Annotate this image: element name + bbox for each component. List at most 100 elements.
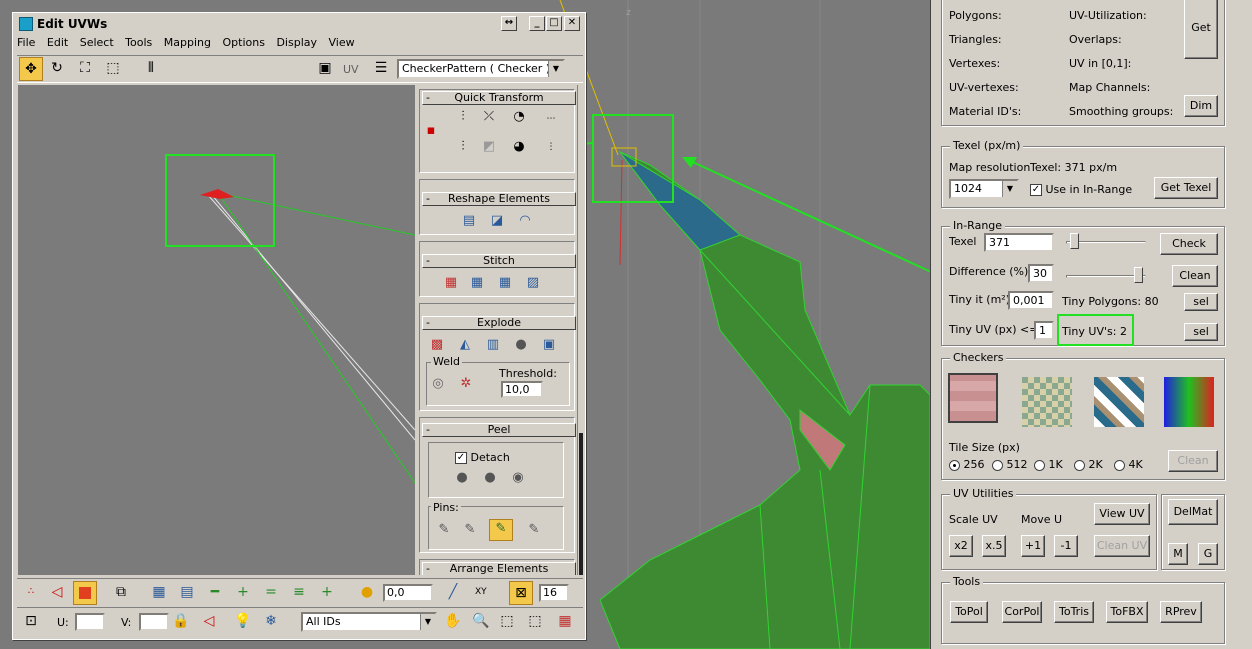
move-plus1-button[interactable]: +1 xyxy=(1021,535,1045,557)
get-button[interactable]: Get xyxy=(1184,0,1218,59)
menu-select[interactable]: Select xyxy=(80,35,114,51)
get-texel-button[interactable]: Get Texel xyxy=(1154,177,1218,199)
clean-inrange-button[interactable]: Clean xyxy=(1172,265,1218,287)
shrink-select-icon[interactable]: ▤ xyxy=(175,581,199,605)
sel-polygons-button[interactable]: sel xyxy=(1184,293,1218,311)
stitch-average-icon[interactable]: ▦ xyxy=(468,274,486,292)
flatten-by-material-icon[interactable]: ▣ xyxy=(540,336,558,354)
grid-toggle-icon[interactable]: ▦ xyxy=(553,610,577,634)
close-button[interactable]: ✕ xyxy=(564,16,580,31)
element-mode-icon[interactable]: ⧉ xyxy=(109,581,133,605)
stitch-to-target-icon[interactable]: ▦ xyxy=(442,274,460,292)
stitch-header[interactable]: - Stitch xyxy=(422,254,576,268)
topol-button[interactable]: ToPol xyxy=(950,601,988,623)
mirror-tool-icon[interactable]: ⫴ xyxy=(139,57,163,81)
loop-shrink-icon[interactable]: = xyxy=(259,581,283,605)
texture-list-icon[interactable]: ☰ xyxy=(369,57,393,81)
difference-slider[interactable] xyxy=(1066,267,1146,287)
view-uv-button[interactable]: View UV xyxy=(1094,503,1150,525)
align-horizontal-icon[interactable]: ⤫ xyxy=(480,108,498,126)
face-mode-icon[interactable] xyxy=(73,581,97,605)
ids-dropdown[interactable]: All IDs ▼ xyxy=(301,612,437,632)
quick-peel-icon[interactable]: ● xyxy=(453,469,471,487)
rotate-90-icon[interactable]: ◔ xyxy=(510,108,528,126)
freeze-icon[interactable]: ❄ xyxy=(259,610,283,634)
space-horizontal-icon[interactable]: ⋯ xyxy=(542,110,560,128)
break-icon[interactable]: ▩ xyxy=(428,336,446,354)
dim-button[interactable]: Dim xyxy=(1184,95,1218,117)
menu-file[interactable]: File xyxy=(17,35,35,51)
v-input[interactable] xyxy=(139,613,169,631)
menu-mapping[interactable]: Mapping xyxy=(164,35,211,51)
ring-icon[interactable]: ≡ xyxy=(287,581,311,605)
absolute-mode-icon[interactable]: ⊡ xyxy=(19,610,43,634)
straighten-icon[interactable]: ▤ xyxy=(460,212,478,230)
align-bottom-icon[interactable]: ◩ xyxy=(480,138,498,156)
auto-pin-icon[interactable]: ✎ xyxy=(489,519,513,541)
g-button[interactable]: G xyxy=(1198,543,1218,565)
lock-icon[interactable]: 🔒 xyxy=(169,610,193,634)
resize-button[interactable]: ↔ xyxy=(501,16,517,31)
stitch-custom-icon[interactable]: ▨ xyxy=(524,274,542,292)
xy-label[interactable]: XY xyxy=(475,587,487,597)
maximize-button[interactable]: □ xyxy=(546,16,562,31)
weld-selected-icon[interactable]: ✲ xyxy=(457,375,475,393)
minimize-button[interactable]: _ xyxy=(529,16,545,31)
resolution-dropdown[interactable]: 1024 ▼ xyxy=(949,179,1019,199)
vertex-mode-icon[interactable]: ∴ xyxy=(19,581,43,605)
falloff-input[interactable]: 0,0 xyxy=(383,584,433,602)
scale-x05-button[interactable]: x.5 xyxy=(982,535,1006,557)
arrange-header[interactable]: - Arrange Elements xyxy=(422,562,576,575)
weld-target-icon[interactable]: ◎ xyxy=(429,375,447,393)
zoom-region-icon[interactable]: ⬚ xyxy=(495,610,519,634)
align-top-icon[interactable]: ⫶ xyxy=(454,138,472,156)
pan-icon[interactable]: ✋ xyxy=(441,610,465,634)
size-4k-radio[interactable]: 4K xyxy=(1114,458,1143,471)
edge-mode-icon[interactable]: ◁ xyxy=(45,581,69,605)
rotate-minus-90-icon[interactable]: ◕ xyxy=(510,138,528,156)
rprev-button[interactable]: RPrev xyxy=(1160,601,1202,623)
use-in-range-checkbox[interactable]: ✓ xyxy=(1030,184,1042,196)
soft-select-icon[interactable]: ● xyxy=(355,581,379,605)
m-button[interactable]: M xyxy=(1168,543,1188,565)
bulb-icon[interactable]: 💡 xyxy=(231,610,255,634)
rollout-scrollbar[interactable] xyxy=(577,85,583,575)
stitch-to-source-icon[interactable]: ▦ xyxy=(496,274,514,292)
pivot-icon[interactable]: ▪ xyxy=(422,122,440,140)
delmat-button[interactable]: DelMat xyxy=(1168,499,1218,525)
detach-checkbox[interactable]: ✓ xyxy=(455,452,467,464)
checker-arrows-swatch[interactable] xyxy=(948,373,998,423)
explode-header[interactable]: - Explode xyxy=(422,316,576,330)
tiny-uv-input[interactable]: 1 xyxy=(1034,321,1054,340)
uv-editor-canvas[interactable] xyxy=(18,85,416,575)
texture-dropdown[interactable]: CheckerPattern ( Checker ) ▼ xyxy=(397,59,565,79)
texel-input[interactable]: 371 xyxy=(984,233,1054,252)
scale-tool-icon[interactable]: ⛶ xyxy=(73,57,97,81)
clean-checkers-button[interactable]: Clean xyxy=(1168,450,1218,472)
texel-slider-knob[interactable] xyxy=(1070,233,1079,249)
sel-uvs-button[interactable]: sel xyxy=(1184,323,1218,341)
checker-numbers-swatch[interactable] xyxy=(1022,377,1072,427)
flatten-icon[interactable]: ▥ xyxy=(484,336,502,354)
difference-slider-knob[interactable] xyxy=(1134,267,1143,283)
size-512-radio[interactable]: 512 xyxy=(992,458,1028,471)
freeform-tool-icon[interactable]: ⬚ xyxy=(101,57,125,81)
tiny-it-input[interactable]: 0,001 xyxy=(1008,291,1054,310)
scale-x2-button[interactable]: x2 xyxy=(949,535,973,557)
grid-size-input[interactable]: 16 xyxy=(539,584,569,602)
quick-transform-header[interactable]: - Quick Transform xyxy=(422,91,576,105)
move-tool-icon[interactable]: ✥ xyxy=(19,57,43,81)
snap-icon[interactable]: ⊠ xyxy=(509,581,533,605)
threshold-input[interactable]: 10,0 xyxy=(501,381,543,398)
relax-icon[interactable]: ◪ xyxy=(488,212,506,230)
menu-options[interactable]: Options xyxy=(223,35,265,51)
corpol-button[interactable]: CorPol xyxy=(1002,601,1042,623)
size-2k-radio[interactable]: 2K xyxy=(1074,458,1103,471)
use-in-range-row[interactable]: ✓ Use in In-Range xyxy=(1030,183,1132,196)
align-vertical-icon[interactable]: ⫶ xyxy=(454,108,472,126)
checker-stripes-swatch[interactable] xyxy=(1094,377,1144,427)
detach-edge-icon[interactable]: ◭ xyxy=(456,336,474,354)
falloff-curve-icon[interactable]: ╱ xyxy=(441,581,465,605)
zoom-icon[interactable]: 🔍 xyxy=(469,610,493,634)
menu-display[interactable]: Display xyxy=(276,35,317,51)
